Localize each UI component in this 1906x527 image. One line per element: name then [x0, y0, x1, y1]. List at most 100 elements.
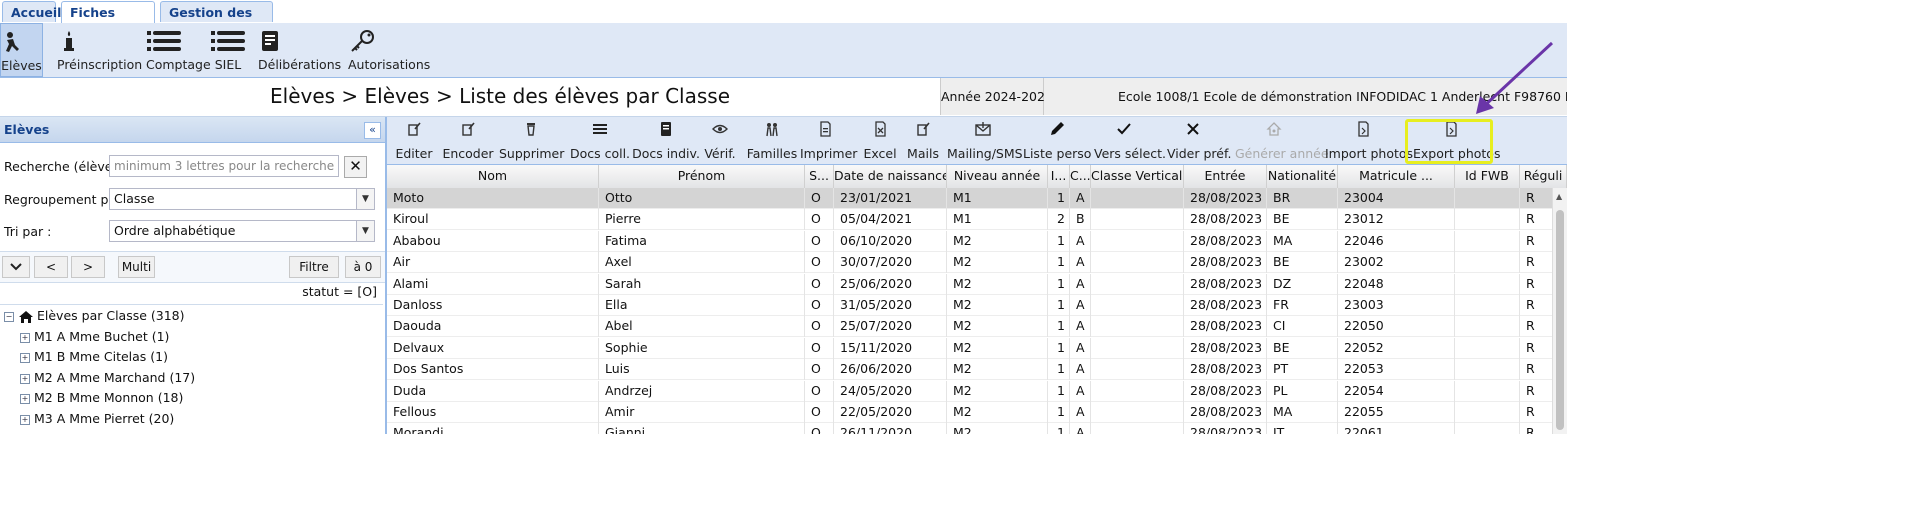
expand-node-icon[interactable]: + [20, 373, 30, 384]
toolbar-label: Mailing/SMS [947, 146, 1023, 161]
home-icon [1235, 121, 1313, 137]
toolbar-excel-button[interactable]: Excel [863, 117, 897, 164]
prev-button[interactable]: < [34, 256, 68, 278]
toolbar-vérif-button[interactable]: Vérif. [701, 117, 739, 164]
column-header[interactable]: S... [805, 165, 834, 188]
tree-root[interactable]: − Elèves par Classe (318) [4, 308, 185, 324]
clear-search-button[interactable]: ✕ [344, 156, 367, 178]
table-cell: 24/05/2020 [834, 380, 947, 402]
expand-node-icon[interactable]: + [20, 393, 30, 404]
toolbar-vers-sélect-button[interactable]: Vers sélect. [1094, 117, 1166, 164]
next-button[interactable]: > [71, 256, 105, 278]
table-cell: 22050 [1338, 316, 1455, 338]
column-header[interactable]: Nom [387, 165, 599, 188]
student-icon [1, 30, 42, 54]
column-header[interactable]: Réguli [1520, 165, 1567, 188]
tab-fiches-eleves[interactable]: Fiches élèves [61, 1, 155, 41]
toolbar-docs-indiv-button[interactable]: Docs indiv. [632, 117, 700, 164]
expand-node-icon[interactable]: + [20, 332, 30, 343]
ribbon-autorisations-button[interactable]: Autorisations [348, 23, 430, 77]
table-cell: 28/08/2023 [1184, 273, 1267, 295]
table-cell: 1 [1048, 316, 1070, 338]
table-row[interactable]: Moto Otto O 23/01/2021 M1 1 A 28/08/2023 BR 23004… [387, 188, 1552, 209]
collapse-icon[interactable]: « [364, 122, 381, 139]
toolbar-encoder-button[interactable]: Encoder [442, 117, 494, 164]
column-header[interactable]: Classe Verticale [1091, 165, 1184, 188]
table-cell: MA [1267, 402, 1338, 423]
multi-button[interactable]: Multi [118, 256, 155, 278]
toolbar-docs-coll-button[interactable]: Docs coll. [567, 117, 633, 164]
collapse-node-icon[interactable]: − [4, 311, 14, 322]
tree-item[interactable]: + M1 A Mme Buchet (1) [20, 329, 169, 344]
search-input[interactable]: minimum 3 lettres pour la recherche [109, 155, 339, 177]
table-row[interactable]: Duda Andrzej O 24/05/2020 M2 1 A 28/08/2023 PL 22… [387, 380, 1552, 402]
ribbon-deliberations-button[interactable]: Délibérations [258, 23, 341, 77]
toolbar-imprimer-button[interactable]: Imprimer [800, 117, 857, 164]
table-row[interactable]: Ababou Fatima O 06/10/2020 M2 1 A 28/08/2023 MA 2… [387, 230, 1552, 252]
table-cell: 1 [1048, 423, 1070, 434]
tree-item[interactable]: + M1 B Mme Citelas (1) [20, 349, 168, 364]
tab-gestion-frais[interactable]: Gestion des frais [160, 1, 273, 41]
table-cell: 1 [1048, 337, 1070, 359]
toolbar-import-photos-button[interactable]: Import photos [1325, 117, 1413, 164]
toolbar-vider-préf-button[interactable]: Vider préf. [1167, 117, 1231, 164]
grid-scrollbar[interactable]: ▲ [1552, 188, 1567, 434]
toolbar-supprimer-button[interactable]: Supprimer [499, 117, 564, 164]
ribbon-preinscription-button[interactable]: Préinscription [57, 23, 142, 77]
table-row[interactable]: Kiroul Pierre O 05/04/2021 M1 2 B 28/08/2023 BE 2… [387, 209, 1552, 231]
column-header[interactable]: Entrée [1184, 165, 1267, 188]
table-row[interactable]: Fellous Amir O 22/05/2020 M2 1 A 28/08/2023 MA 22… [387, 402, 1552, 423]
column-header[interactable]: Id FWB [1455, 165, 1520, 188]
table-cell: 22048 [1338, 273, 1455, 295]
tab-accueil[interactable]: Accueil [2, 1, 61, 22]
table-row[interactable]: Dos Santos Luis O 26/06/2020 M2 1 A 28/08/2023 P… [387, 359, 1552, 381]
table-cell: 23004 [1338, 188, 1455, 209]
table-cell: DZ [1267, 273, 1338, 295]
tree-item[interactable]: + M3 A Mme Pierret (20) [20, 411, 174, 426]
column-header[interactable]: C... [1070, 165, 1091, 188]
table-cell: M2 [947, 423, 1048, 434]
column-header[interactable]: Niveau année [947, 165, 1048, 188]
scroll-up-icon[interactable]: ▲ [1556, 192, 1562, 201]
expand-node-icon[interactable]: + [20, 414, 30, 425]
tree-item[interactable]: + M2 A Mme Marchand (17) [20, 370, 195, 385]
table-cell: Sarah [599, 273, 805, 295]
table-row[interactable]: Alami Sarah O 25/06/2020 M2 1 A 28/08/2023 DZ 220… [387, 273, 1552, 295]
expand-all-button[interactable] [2, 256, 30, 278]
toolbar-editer-button[interactable]: Editer [393, 117, 435, 164]
table-cell: O [805, 423, 834, 434]
table-cell: 1 [1048, 295, 1070, 316]
table-cell: M2 [947, 230, 1048, 252]
ribbon-siel-button[interactable]: SIEL [210, 23, 246, 77]
column-header[interactable]: Prénom [599, 165, 805, 188]
toolbar-générer-année-button[interactable]: Générer année [1235, 117, 1329, 164]
table-row[interactable]: Morandi Gianni O 26/11/2020 M2 1 A 28/08/2023 IT… [387, 423, 1552, 434]
scrollbar-thumb[interactable] [1556, 210, 1564, 430]
chevron-down-icon[interactable]: ▼ [356, 189, 374, 209]
ribbon-eleves-button[interactable]: Elèves [0, 23, 43, 77]
table-row[interactable]: Delvaux Sophie O 15/11/2020 M2 1 A 28/08/2023 BE… [387, 337, 1552, 359]
table-cell: A [1070, 402, 1091, 423]
toolbar-liste-perso-button[interactable]: Liste perso [1023, 117, 1091, 164]
column-header[interactable]: Date de naissance [834, 165, 947, 188]
chevron-down-icon[interactable]: ▼ [356, 221, 374, 241]
group-row: Regroupement par : Classe ▼ [0, 184, 385, 214]
table-row[interactable]: Air Axel O 30/07/2020 M2 1 A 28/08/2023 BE 23002 R [387, 252, 1552, 274]
toolbar-familles-button[interactable]: Familles [743, 117, 801, 164]
column-header[interactable]: I... [1048, 165, 1070, 188]
reset-button[interactable]: à 0 [345, 256, 381, 278]
toolbar-mailing-sms-button[interactable]: Mailing/SMS [947, 117, 1023, 164]
table-cell: Pierre [599, 209, 805, 231]
filter-button[interactable]: Filtre [289, 256, 339, 278]
toolbar-mails-button[interactable]: Mails [906, 117, 940, 164]
table-row[interactable]: Danloss Ella O 31/05/2020 M2 1 A 28/08/2023 FR 23… [387, 295, 1552, 316]
table-row[interactable]: Daouda Abel O 25/07/2020 M2 1 A 28/08/2023 CI 220… [387, 316, 1552, 338]
column-header[interactable]: Matricule ... [1338, 165, 1455, 188]
sort-select[interactable]: Ordre alphabétique ▼ [109, 220, 375, 242]
ribbon-label: Comptage [146, 57, 211, 72]
group-select[interactable]: Classe ▼ [109, 188, 375, 210]
ribbon-comptage-button[interactable]: Comptage [146, 23, 211, 77]
tree-item[interactable]: + M2 B Mme Monnon (18) [20, 390, 183, 405]
expand-node-icon[interactable]: + [20, 352, 30, 363]
column-header[interactable]: Nationalité [1267, 165, 1338, 188]
